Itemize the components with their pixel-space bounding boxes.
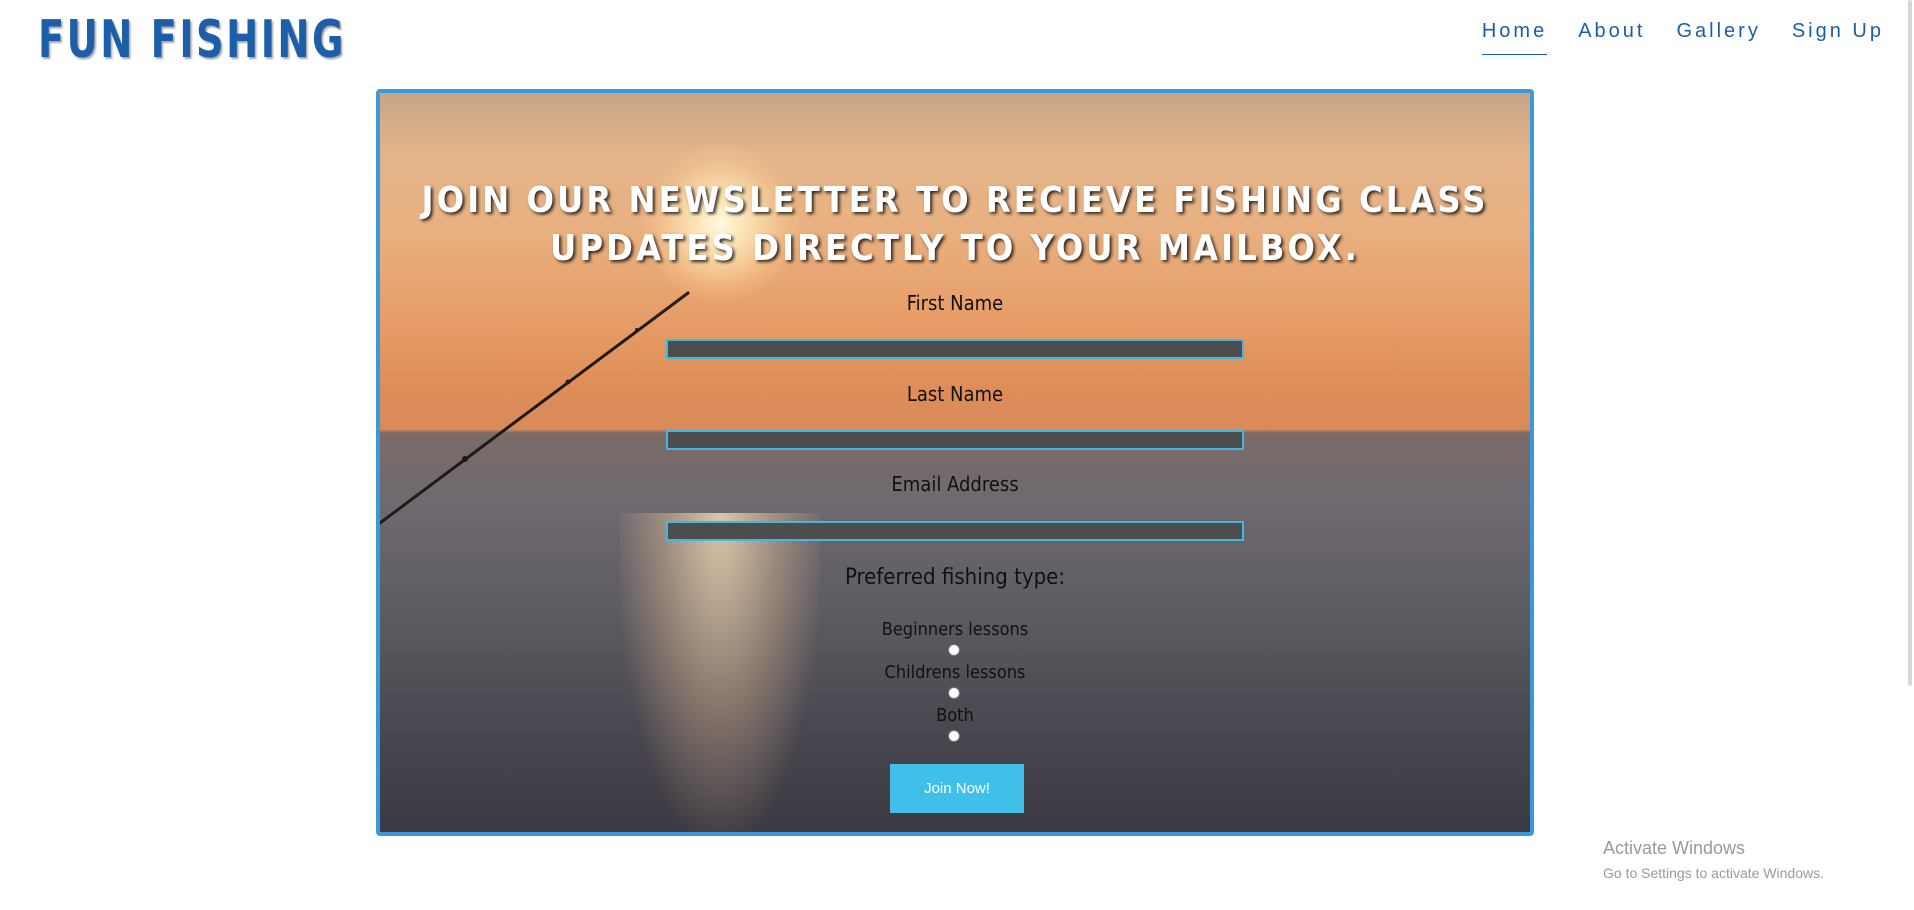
nav-sign-up[interactable]: Sign Up (1792, 20, 1884, 65)
preference-title: Preferred fishing type: (844, 565, 1066, 590)
site-header: FUN FISHING Home About Gallery Sign Up (0, 0, 1914, 80)
windows-activation-watermark: Activate Windows Go to Settings to activ… (1603, 838, 1824, 881)
option-beginners-label: Beginners lessons (881, 619, 1029, 640)
radio-both[interactable] (948, 730, 960, 742)
activate-windows-title: Activate Windows (1603, 838, 1746, 858)
radio-beginners[interactable] (948, 644, 960, 656)
option-childrens-label: Childrens lessons (884, 662, 1026, 683)
nav-about[interactable]: About (1578, 20, 1645, 65)
radio-childrens[interactable] (948, 687, 960, 699)
main-nav: Home About Gallery Sign Up (1451, 20, 1884, 65)
newsletter-hero: JOIN OUR NEWSLETTER TO RECIEVE FISHING C… (376, 89, 1534, 836)
email-label: Email Address (891, 472, 1019, 496)
page-scrollbar[interactable] (1908, 0, 1912, 686)
email-field[interactable] (666, 521, 1244, 541)
first-name-field[interactable] (666, 339, 1244, 359)
newsletter-title: JOIN OUR NEWSLETTER TO RECIEVE FISHING C… (421, 180, 1489, 269)
nav-gallery[interactable]: Gallery (1676, 20, 1760, 65)
join-now-button[interactable]: Join Now! (890, 764, 1024, 813)
last-name-label: Last Name (906, 382, 1004, 406)
first-name-label: First Name (906, 291, 1004, 315)
option-both-label: Both (936, 705, 974, 726)
activate-windows-subtitle: Go to Settings to activate Windows. (1603, 865, 1824, 881)
nav-home[interactable]: Home (1481, 20, 1548, 65)
last-name-field[interactable] (666, 430, 1244, 450)
site-logo[interactable]: FUN FISHING (38, 10, 346, 70)
